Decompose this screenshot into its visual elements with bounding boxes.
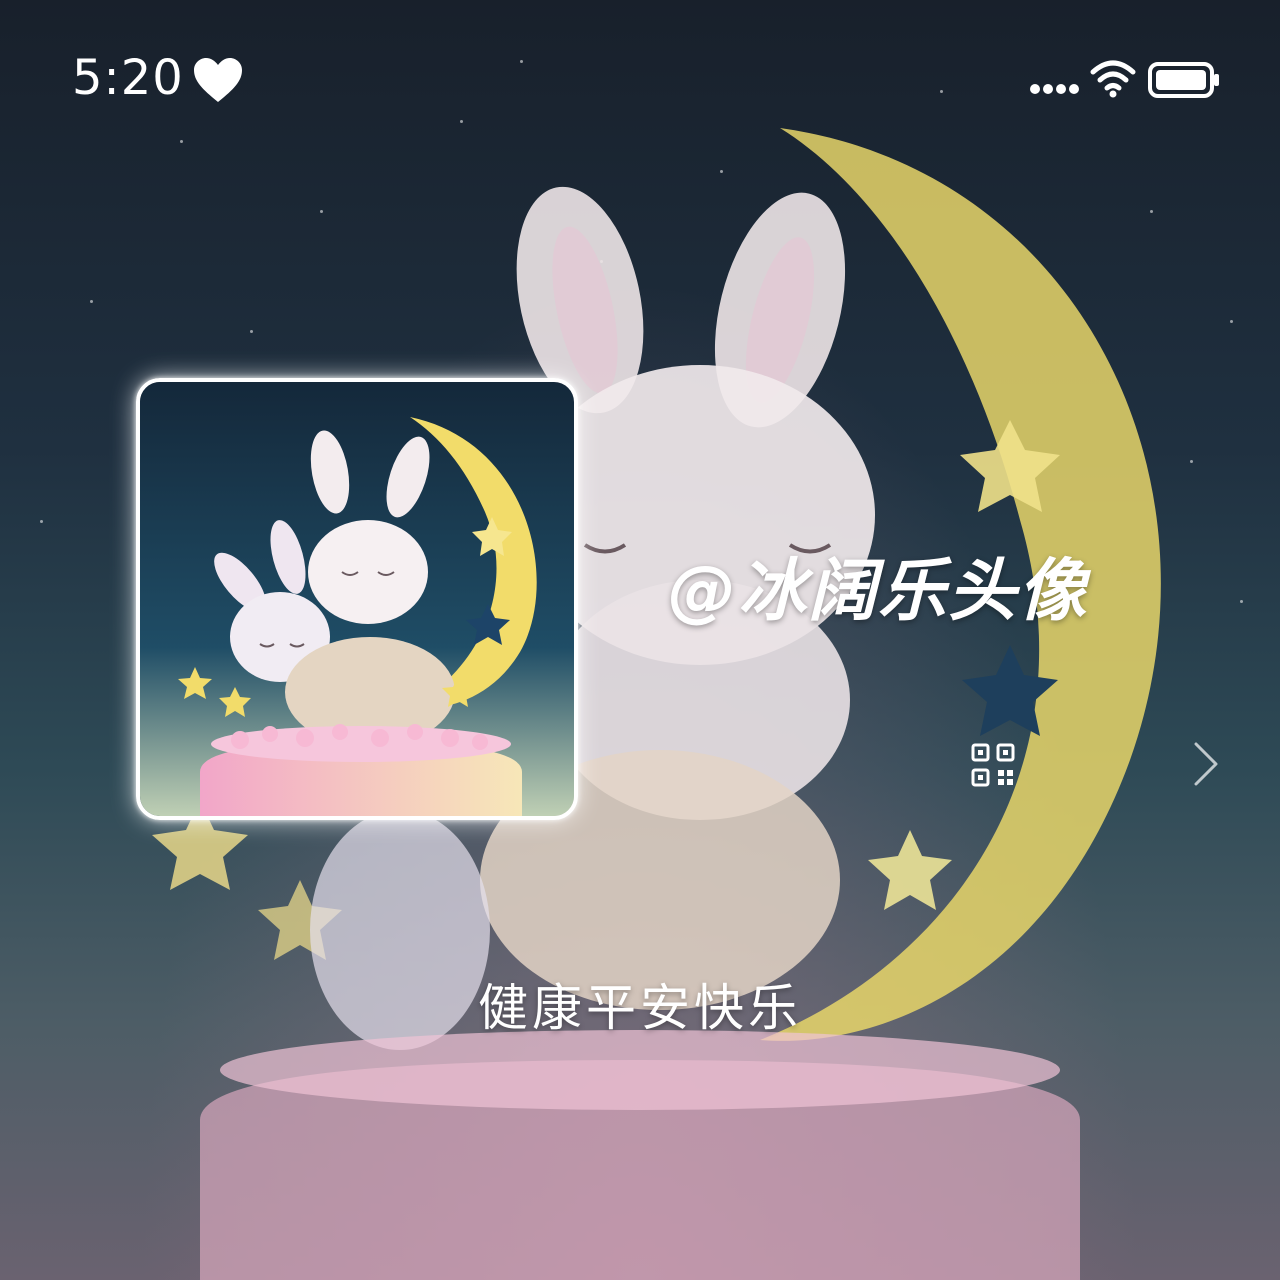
wifi-icon (1090, 60, 1136, 98)
status-bar: 5:20 (0, 0, 1280, 150)
profile-signature: 健康平安快乐 (478, 979, 802, 1037)
signal-icon (1030, 84, 1079, 94)
status-time: 5:20 (72, 50, 184, 106)
chevron-right-icon[interactable] (1190, 740, 1222, 788)
avatar-image (140, 382, 574, 816)
avatar[interactable] (136, 378, 578, 820)
username[interactable]: @冰阔乐头像 (668, 535, 1088, 634)
qr-code-icon[interactable] (970, 742, 1016, 788)
battery-icon (1148, 62, 1219, 98)
heart-icon (194, 58, 242, 102)
